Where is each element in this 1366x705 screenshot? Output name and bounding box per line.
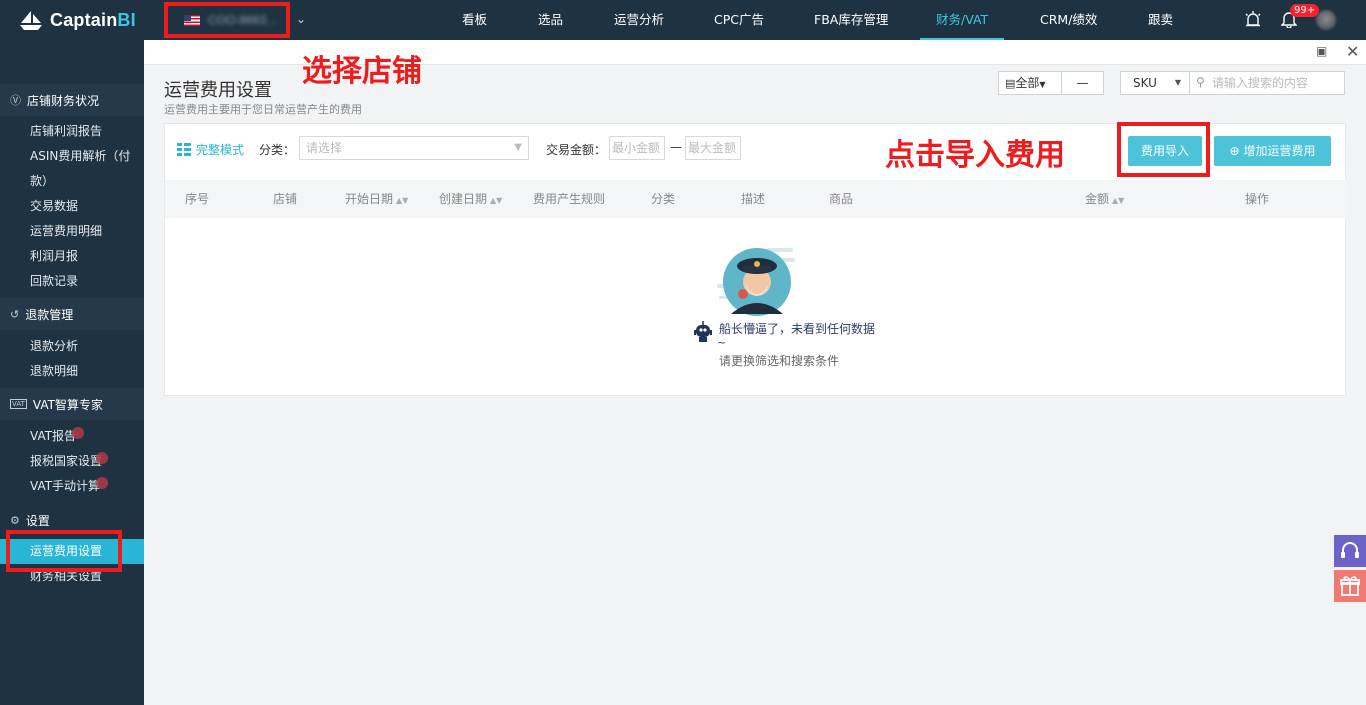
search-field-select[interactable]: SKU ▼ [1120, 71, 1190, 95]
page-subtitle: 运营费用主要用于您日常运营产生的费用 [164, 103, 362, 116]
sidebar-item-operating-expense-detail[interactable]: 运营费用明细 [0, 219, 144, 244]
nav-item-fba-inventory[interactable]: FBA库存管理 [814, 0, 888, 40]
sidebar-item-refund-detail[interactable]: 退款明细 [0, 359, 144, 384]
headset-icon [1341, 542, 1359, 558]
column-header: 操作 [1245, 192, 1270, 206]
nav-item-product-selection[interactable]: 选品 [538, 0, 563, 40]
column-header: 商品 [829, 192, 854, 206]
table-header: 序号 店铺 开始日期 ▲▼ 创建日期 ▲▼ 费用产生规则 分类 描述 商品 金额 ▲▼… [165, 180, 1347, 218]
avatar[interactable] [1316, 10, 1336, 30]
sidebar-group-refund[interactable]: ↺ 退款管理 [0, 298, 144, 330]
logo-text: CaptainBI [50, 9, 136, 30]
min-amount-input[interactable]: 最小金额 [609, 136, 665, 160]
sidebar-item-asin-fee-analysis[interactable]: ASIN费用解析（付 [0, 144, 144, 169]
customer-service-button[interactable] [1334, 535, 1366, 567]
full-mode-label: 完整模式 [196, 143, 245, 157]
nav-item-cpc-ads[interactable]: CPC广告 [714, 0, 764, 40]
column-header: 描述 [741, 192, 766, 206]
expand-icon[interactable]: ▣ [1316, 44, 1327, 58]
caret-down-icon: ▼ [1174, 78, 1181, 87]
add-expense-label: 增加运营费用 [1243, 144, 1316, 158]
scope-dash-button[interactable]: — [1062, 71, 1104, 95]
nav-item-dashboard[interactable]: 看板 [462, 0, 487, 40]
caret-down-icon: ▼ [514, 142, 522, 153]
new-dot [96, 477, 108, 489]
sidebar-item-refund-analysis[interactable]: 退款分析 [0, 334, 144, 359]
annotation-box-sidebar [6, 530, 122, 572]
column-header-sortable[interactable]: 创建日期 ▲▼ [439, 180, 502, 220]
column-header: 分类 [651, 192, 676, 206]
annotation-click-import: 点击导入费用 [885, 138, 1065, 173]
sidebar-group-label: 设置 [25, 513, 50, 528]
sidebar-group-vat[interactable]: VAT VAT智算专家 [0, 388, 144, 420]
scope-dropdown[interactable]: ▤全部▼ [998, 71, 1062, 95]
sidebar-item-asin-fee-analysis-cont[interactable]: 款） [0, 169, 144, 194]
sidebar-item-monthly-profit[interactable]: 利润月报 [0, 244, 144, 269]
sku-label: SKU [1133, 76, 1157, 90]
annotation-box-store [164, 2, 290, 38]
scope-label: 全部 [1015, 76, 1040, 90]
sidebar: Ⓥ 店铺财务状况 店铺利润报告 ASIN费用解析（付 款） 交易数据 运营费用明… [0, 40, 144, 705]
alarm-light-icon[interactable] [1244, 10, 1262, 28]
chevron-down-icon[interactable]: ⌄ [296, 12, 306, 26]
sidebar-item-tax-country-settings[interactable]: 报税国家设置 [0, 449, 144, 474]
notification-badge: 99+ [1290, 4, 1320, 17]
column-header-sortable[interactable]: 金额 ▲▼ [1085, 180, 1124, 220]
nav-item-finance-vat[interactable]: 财务/VAT [919, 0, 1005, 40]
sidebar-item-transaction-data[interactable]: 交易数据 [0, 194, 144, 219]
calendar-icon: ▤ [1005, 77, 1016, 90]
plus-circle-icon: ⊕ [1229, 144, 1240, 158]
search-input[interactable] [1212, 74, 1340, 92]
column-header: 费用产生规则 [533, 192, 606, 206]
full-mode-link[interactable]: 完整模式 [177, 141, 244, 158]
sidebar-group-label: VAT智算专家 [32, 397, 103, 412]
nav-item-follow-sell[interactable]: 跟卖 [1148, 0, 1173, 40]
amount-label: 交易金额： [546, 143, 607, 157]
app-logo[interactable]: CaptainBI [18, 8, 136, 32]
new-dot [96, 452, 108, 464]
column-header-sortable[interactable]: 开始日期 ▲▼ [345, 180, 408, 220]
refund-icon: ↺ [10, 307, 20, 321]
close-icon[interactable]: ✕ [1346, 42, 1359, 61]
nav-item-crm[interactable]: CRM/绩效 [1040, 0, 1097, 40]
sidebar-group-label: 店铺财务状况 [27, 93, 100, 108]
empty-hint: 请更换筛选和搜索条件 [719, 354, 840, 368]
grid-list-icon [177, 142, 191, 156]
amount-dash: — [670, 140, 682, 154]
empty-message: 船长懵逼了，未看到任何数据 [719, 322, 876, 336]
sort-icon: ▲▼ [490, 196, 503, 205]
category-select[interactable]: 请选择 ▼ [299, 136, 529, 160]
new-dot [72, 427, 84, 439]
sort-icon: ▲▼ [1112, 196, 1125, 205]
add-expense-button[interactable]: ⊕ 增加运营费用 [1214, 136, 1331, 166]
captain-illustration [717, 248, 795, 316]
gift-icon [1340, 576, 1360, 596]
caret-down-icon: ▼ [1039, 80, 1046, 89]
nav-item-operations-analysis[interactable]: 运营分析 [614, 0, 664, 40]
column-header: 店铺 [273, 192, 298, 206]
ship-logo-icon [20, 11, 42, 30]
sidebar-item-vat-manual-calc[interactable]: VAT手动计算 [0, 474, 144, 499]
category-placeholder: 请选择 [306, 141, 343, 155]
sidebar-item-profit-report[interactable]: 店铺利润报告 [0, 119, 144, 144]
page-title: 运营费用设置 [164, 80, 272, 101]
sidebar-group-store-finance[interactable]: Ⓥ 店铺财务状况 [0, 84, 144, 116]
annotation-select-store: 选择店铺 [302, 54, 422, 89]
search-box: ⚲ [1189, 71, 1345, 95]
category-label: 分类： [259, 143, 296, 157]
max-amount-input[interactable]: 最大金额 [685, 136, 741, 160]
sidebar-group-label: 退款管理 [25, 307, 74, 322]
sidebar-item-vat-report[interactable]: VAT报告 [0, 424, 144, 449]
dollar-circle-icon: Ⓥ [10, 94, 21, 107]
gear-icon: ⚙ [10, 513, 20, 527]
vat-icon: VAT [10, 399, 27, 409]
column-header: 序号 [185, 192, 210, 206]
empty-tilde: ~ [717, 336, 727, 349]
search-icon[interactable]: ⚲ [1196, 75, 1205, 89]
gift-button[interactable] [1334, 570, 1366, 602]
sidebar-item-payment-records[interactable]: 回款记录 [0, 269, 144, 294]
annotation-box-import [1117, 122, 1210, 177]
robot-icon [694, 321, 712, 342]
sort-icon: ▲▼ [396, 196, 409, 205]
